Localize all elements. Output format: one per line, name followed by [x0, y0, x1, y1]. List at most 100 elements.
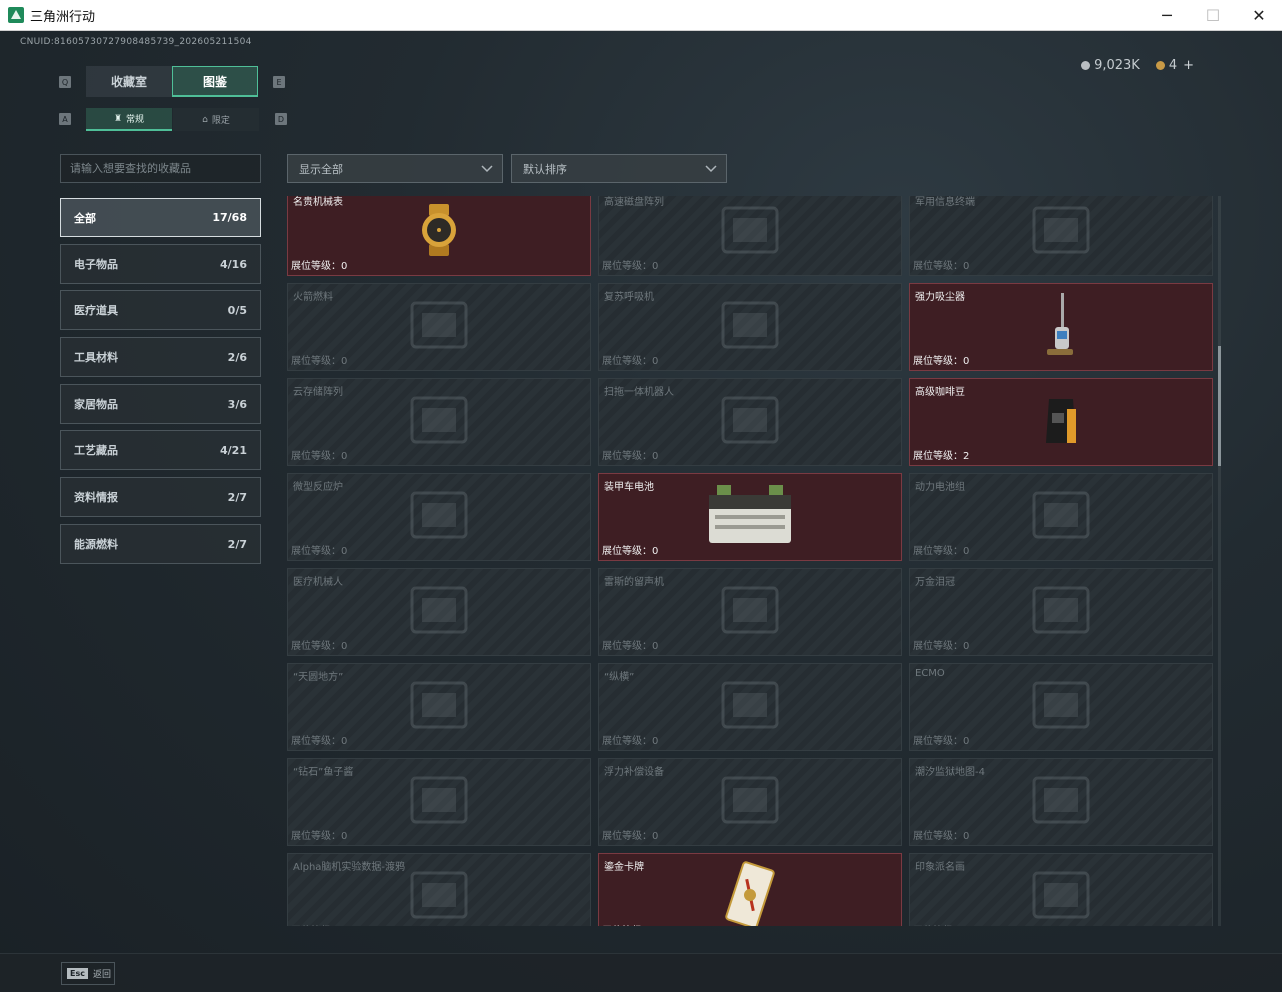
item-level-value: 0: [652, 736, 659, 747]
collection-item-card[interactable]: 雷斯的留声机 展位等级：0: [598, 568, 902, 656]
category-label: 资料情报: [74, 491, 118, 504]
item-name: 潮汐监狱地图-4: [915, 767, 985, 778]
item-name: 鎏金卡牌: [604, 862, 644, 873]
scrollbar-thumb[interactable]: [1218, 346, 1221, 466]
category-energy[interactable]: 能源燃料 2/7: [60, 524, 261, 564]
collection-item-card[interactable]: Alpha脑机实验数据-渡鸦展位等级：0: [287, 853, 591, 926]
collection-item-card[interactable]: 高速磁盘阵列 展位等级：0: [598, 196, 902, 276]
battery-icon: [705, 483, 795, 551]
server-icon: [404, 388, 474, 456]
collection-item-card[interactable]: “天圆地方” 展位等级：0: [287, 663, 591, 751]
collection-item-card[interactable]: 火箭燃料 展位等级：0: [287, 283, 591, 371]
collection-item-card[interactable]: 扫拖一体机器人 展位等级：0: [598, 378, 902, 466]
currency-bar: 9,023K 4 +: [1081, 58, 1194, 73]
item-level: 展位等级：0: [291, 732, 347, 747]
add-coins-button[interactable]: +: [1183, 58, 1194, 73]
tab-catalog[interactable]: 图鉴: [172, 66, 258, 97]
item-level: 展位等级：0: [291, 637, 347, 652]
category-crafts[interactable]: 工艺藏品 4/21: [60, 430, 261, 470]
tab-collection-room[interactable]: 收藏室: [86, 66, 172, 97]
item-name: 动力电池组: [915, 482, 965, 493]
money-amount: 9,023K: [1094, 58, 1140, 73]
collection-item-card[interactable]: 潮汐监狱地图-4 展位等级：0: [909, 758, 1213, 846]
item-level-value: 2: [963, 451, 970, 462]
subtab-limited[interactable]: ⌂ 限定: [173, 108, 259, 131]
item-level-value: 0: [341, 451, 348, 462]
item-name: 浮力补偿设备: [604, 767, 664, 778]
window-title: 三角洲行动: [30, 9, 96, 25]
collection-item-card[interactable]: 鎏金卡牌展位等级：0: [598, 853, 902, 926]
limited-icon: ⌂: [202, 114, 208, 125]
item-level: 展位等级：0: [913, 352, 969, 367]
sort-dropdown[interactable]: 默认排序: [511, 154, 727, 183]
search-input[interactable]: [60, 154, 261, 183]
item-name: 医疗机械人: [293, 577, 343, 588]
rifle-icon: [715, 198, 785, 266]
collection-item-card[interactable]: 强力吸尘器 展位等级：0: [909, 283, 1213, 371]
category-household[interactable]: 家居物品 3/6: [60, 384, 261, 424]
money-icon: [1081, 61, 1091, 70]
subtab-regular[interactable]: ♜ 常规: [86, 108, 172, 131]
category-label: 医疗道具: [74, 304, 118, 317]
case-icon: [1026, 198, 1096, 266]
collection-item-card[interactable]: 医疗机械人展位等级：0: [287, 568, 591, 656]
item-level-value: 0: [963, 831, 970, 842]
category-medical[interactable]: 医疗道具 0/5: [60, 290, 261, 330]
close-button[interactable]: ✕: [1236, 0, 1282, 31]
item-name: 军用信息终端: [915, 197, 975, 208]
collection-item-card[interactable]: 高级咖啡豆 展位等级：2: [909, 378, 1213, 466]
collection-item-card[interactable]: 浮力补偿设备展位等级：0: [598, 758, 902, 846]
item-level-label: 展位等级：: [291, 736, 341, 747]
back-button[interactable]: Esc 返回: [61, 962, 115, 985]
subtab-limited-label: 限定: [211, 116, 230, 126]
item-name: “钻石”鱼子酱: [293, 767, 354, 778]
item-level-value: 0: [341, 641, 348, 652]
collection-item-card[interactable]: “钻石”鱼子酱 展位等级：0: [287, 758, 591, 846]
category-label: 能源燃料: [74, 538, 118, 551]
painting-icon: [1026, 863, 1096, 926]
item-level-label: 展位等级：: [291, 546, 341, 557]
item-level-label: 展位等级：: [291, 451, 341, 462]
item-level-label: 展位等级：: [913, 546, 963, 557]
item-name: 高速磁盘阵列: [604, 197, 664, 208]
med-robot-icon: [404, 578, 474, 646]
globe-icon: [404, 673, 474, 741]
category-tools[interactable]: 工具材料 2/6: [60, 337, 261, 377]
item-name: 高级咖啡豆: [915, 387, 965, 398]
collection-item-card[interactable]: 微型反应炉 展位等级：0: [287, 473, 591, 561]
category-all[interactable]: 全部 17/68: [60, 198, 261, 237]
category-count: 2/7: [227, 537, 247, 551]
item-level-label: 展位等级：: [602, 736, 652, 747]
category-intel[interactable]: 资料情报 2/7: [60, 477, 261, 517]
minimize-button[interactable]: ─: [1144, 0, 1190, 31]
collection-item-card[interactable]: ECMO 展位等级：0: [909, 663, 1213, 751]
item-name: 印象派名画: [915, 862, 965, 873]
window-controls: ─ ☐ ✕: [1144, 0, 1282, 31]
item-level-label: 展位等级：: [291, 831, 341, 842]
maximize-button[interactable]: ☐: [1190, 0, 1236, 31]
collection-item-card[interactable]: 动力电池组 展位等级：0: [909, 473, 1213, 561]
uid-text: CNUID:81605730727908485739_202605211504: [20, 37, 252, 47]
collection-item-card[interactable]: 军用信息终端 展位等级：0: [909, 196, 1213, 276]
item-level-value: 0: [341, 261, 348, 272]
collection-item-card[interactable]: 名贵机械表 展位等级：0: [287, 196, 591, 276]
item-level-label: 展位等级：: [602, 546, 652, 557]
collection-item-card[interactable]: 装甲车电池 展位等级：0: [598, 473, 902, 561]
collection-item-card[interactable]: 万金泪冠 展位等级：0: [909, 568, 1213, 656]
collection-item-card[interactable]: “纵横” 展位等级：0: [598, 663, 902, 751]
grid-scrollbar[interactable]: [1218, 196, 1221, 926]
collection-grid: 名贵机械表 展位等级：0 高速磁盘阵列 展位等级：0 军用信息终端 展位等级：0 火箭燃料展…: [287, 196, 1214, 926]
sort-value: 默认排序: [523, 162, 567, 176]
item-level-value: 0: [341, 356, 348, 367]
chevron-down-icon: [705, 164, 717, 172]
display-filter-dropdown[interactable]: 显示全部: [287, 154, 503, 183]
collection-item-card[interactable]: 印象派名画展位等级：0: [909, 853, 1213, 926]
category-electronics[interactable]: 电子物品 4/16: [60, 244, 261, 284]
coin-display[interactable]: 4 +: [1155, 58, 1194, 73]
item-name: 复苏呼吸机: [604, 292, 654, 303]
window-titlebar: 三角洲行动 ─ ☐ ✕: [0, 0, 1282, 31]
item-level: 展位等级：0: [602, 732, 658, 747]
collection-item-card[interactable]: 云存储阵列 展位等级：0: [287, 378, 591, 466]
item-level: 展位等级：0: [602, 827, 658, 842]
collection-item-card[interactable]: 复苏呼吸机 展位等级：0: [598, 283, 902, 371]
